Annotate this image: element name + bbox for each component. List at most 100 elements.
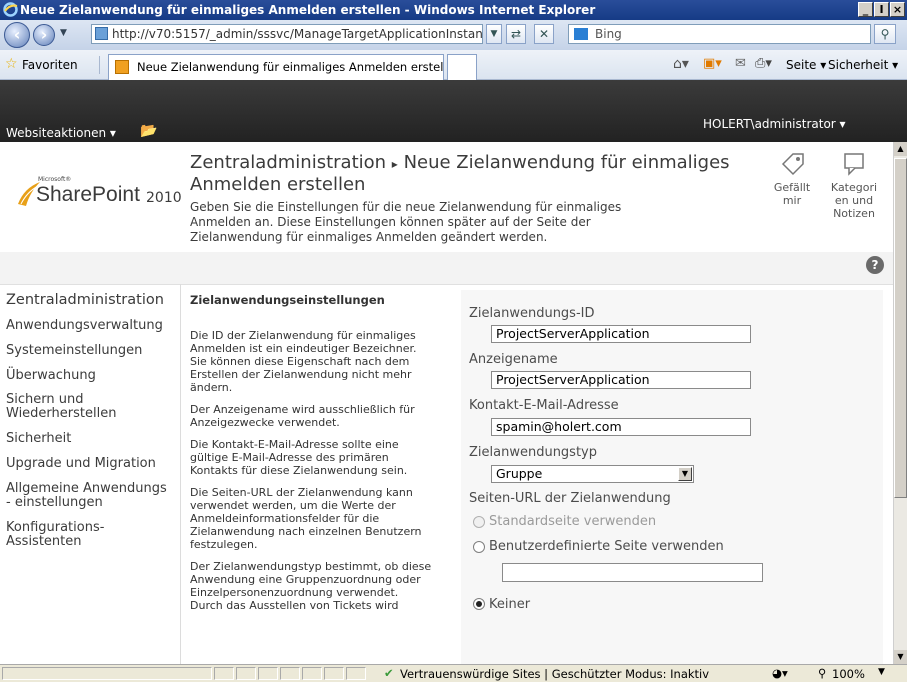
radio-default-page[interactable] (473, 516, 485, 528)
like-button[interactable]: Gefällt mir (770, 150, 814, 207)
status-cell (324, 667, 344, 680)
zoom-icon[interactable]: ⚲ (818, 666, 826, 680)
browser-tab[interactable]: Neue Zielanwendung für einmaliges Anmeld… (108, 54, 444, 80)
tags-label: en und (834, 194, 874, 207)
tags-label: Kategori (830, 181, 878, 194)
window-titlebar: Neue Zielanwendung für einmaliges Anmeld… (0, 0, 907, 20)
feeds-icon[interactable]: ▣▾ (703, 56, 722, 71)
zone-status[interactable]: Vertrauenswürdige Sites | Geschützter Mo… (400, 667, 709, 681)
tags-notes-button[interactable]: Kategori en und Notizen (826, 150, 882, 220)
nav-item-ueberwachung[interactable]: Überwachung (6, 368, 96, 383)
navigate-up-icon[interactable]: 📂 (140, 123, 157, 139)
note-icon (844, 153, 864, 176)
address-url: http://v70:5157/_admin/sssvc/ManageTarge… (112, 27, 483, 41)
scroll-down-button[interactable]: ▼ (894, 650, 907, 664)
zoom-level[interactable]: 100% (832, 667, 865, 681)
section-description: Zielanwendungseinstellungen Die ID der Z… (190, 290, 455, 613)
description-line: Geben Sie die Einstellungen für die neue… (190, 200, 622, 214)
status-cell (258, 667, 278, 680)
description-line: festzulegen. (190, 538, 258, 551)
status-cell (302, 667, 322, 680)
display-name-input[interactable]: ProjectServerApplication (491, 371, 751, 389)
nav-item-allgemeine[interactable]: Allgemeine Anwendungs (6, 481, 167, 496)
contact-email-label: Kontakt-E-Mail-Adresse (469, 398, 619, 413)
nav-item-upgrade[interactable]: Upgrade und Migration (6, 456, 156, 471)
radio-default-label: Standardseite verwenden (489, 514, 657, 529)
nav-item-anwendungsverwaltung[interactable]: Anwendungsverwaltung (6, 318, 163, 333)
description-line: Anmeldeinformationsfelder für die (190, 512, 380, 525)
maximize-button[interactable]: І (874, 2, 889, 17)
address-bar[interactable]: http://v70:5157/_admin/sssvc/ManageTarge… (91, 24, 483, 44)
page-icon (95, 27, 108, 40)
history-dropdown-icon[interactable]: ▼ (60, 28, 67, 38)
ie-icon (3, 2, 18, 17)
description-line: gültige E-Mail-Adresse des primären (190, 451, 389, 464)
target-id-input[interactable]: ProjectServerApplication (491, 325, 751, 343)
back-button[interactable]: ‹ (4, 22, 30, 48)
search-icon[interactable]: ⚲ (874, 24, 896, 44)
compatibility-icon[interactable]: ⇄ (506, 24, 526, 44)
description-paragraph: Der Zielanwendungstyp bestimmt, ob diese… (190, 560, 455, 612)
custom-url-input[interactable] (502, 563, 763, 582)
minimize-button[interactable]: _ (858, 2, 873, 17)
nav-item-systemeinstellungen[interactable]: Systemeinstellungen (6, 343, 142, 358)
favorites-button[interactable]: Favoriten (22, 58, 78, 72)
description-paragraph: Die Seiten-URL der Zielanwendung kann ver… (190, 486, 455, 551)
help-icon[interactable]: ? (866, 256, 884, 274)
tags-label: Notizen (833, 207, 875, 220)
description-line: Anwendung eine Gruppenzuordnung oder (190, 573, 421, 586)
sharepoint-ribbon: Websiteaktionen ▾ 📂 HOLERT\administrator… (0, 80, 907, 142)
close-button[interactable]: × (890, 2, 905, 17)
nav-item-zentraladministration[interactable]: Zentraladministration (6, 292, 164, 308)
like-label: mir (782, 194, 802, 207)
site-actions-menu[interactable]: Websiteaktionen ▾ (6, 126, 116, 140)
description-line: Zielanwendung für einmaliges Anmelden ge… (190, 230, 548, 244)
bing-icon (574, 28, 588, 40)
radio-custom-page[interactable] (473, 541, 485, 553)
section-heading: Zielanwendungseinstellungen (190, 293, 385, 307)
print-icon[interactable]: ⎙▾ (755, 56, 772, 71)
logo-microsoft: Microsoft® (38, 176, 72, 183)
forward-button[interactable]: › (33, 24, 55, 46)
home-icon[interactable]: ⌂▾ (673, 56, 689, 72)
page-title: Zentraladministration ▸ Neue Zielanwendu… (190, 152, 730, 173)
page-title-line2: Anmelden erstellen (190, 174, 366, 195)
scroll-up-button[interactable]: ▲ (894, 142, 907, 156)
radio-custom-label: Benutzerdefinierte Seite verwenden (489, 539, 724, 554)
seite-menu[interactable]: Seite ▾ (786, 58, 826, 72)
nav-item-sichern[interactable]: Sichern und (6, 392, 83, 407)
status-cell (214, 667, 234, 680)
target-type-select[interactable]: Gruppe ▼ (491, 465, 694, 483)
new-tab-button[interactable] (447, 54, 477, 80)
like-label: Gefällt (773, 181, 811, 194)
display-name-label: Anzeigename (469, 352, 558, 367)
nav-item-konfigurations[interactable]: Konfigurations- (6, 520, 104, 535)
address-dropdown-button[interactable]: ▼ (486, 24, 502, 44)
breadcrumb-root[interactable]: Zentraladministration (190, 152, 386, 173)
sicherheit-menu[interactable]: Sicherheit ▾ (828, 58, 898, 72)
scroll-thumb[interactable] (894, 158, 907, 498)
description-line: Kontakts für diese Zielanwendung sein. (190, 464, 408, 477)
sharepoint-logo[interactable]: Microsoft® SharePoint 2010 (14, 176, 184, 216)
zoom-dropdown-icon[interactable]: ▼ (878, 667, 885, 677)
contact-email-input[interactable]: spamin@holert.com (491, 418, 751, 436)
vertical-scrollbar[interactable]: ▲ ▼ (893, 142, 907, 664)
description-line: Zielanwendung nach einzelnen Benutzern (190, 525, 422, 538)
description-line: Anmelden an. Diese Einstellungen können … (190, 215, 591, 229)
radio-none[interactable] (473, 598, 485, 610)
stop-button[interactable]: ✕ (534, 24, 554, 44)
search-input[interactable]: Bing (568, 24, 871, 44)
chevron-down-icon[interactable]: ▼ (678, 467, 692, 481)
trusted-zone-icon: ✔ (384, 666, 394, 680)
nav-item-wiederherstellen[interactable]: Wiederherstellen (6, 406, 116, 421)
zone-settings-icon[interactable]: ◕▾ (772, 666, 788, 680)
mail-icon[interactable]: ✉ (735, 56, 746, 71)
page-url-label: Seiten-URL der Zielanwendung (469, 491, 671, 506)
description-line: Durch das Ausstellen von Tickets wird (190, 599, 399, 612)
search-placeholder: Bing (595, 27, 622, 41)
nav-item-einstellungen[interactable]: - einstellungen (6, 495, 103, 510)
nav-item-sicherheit[interactable]: Sicherheit (6, 431, 71, 446)
window-title: Neue Zielanwendung für einmaliges Anmeld… (20, 3, 596, 17)
user-menu[interactable]: HOLERT\administrator ▾ (703, 117, 846, 131)
nav-item-assistenten[interactable]: Assistenten (6, 534, 82, 549)
